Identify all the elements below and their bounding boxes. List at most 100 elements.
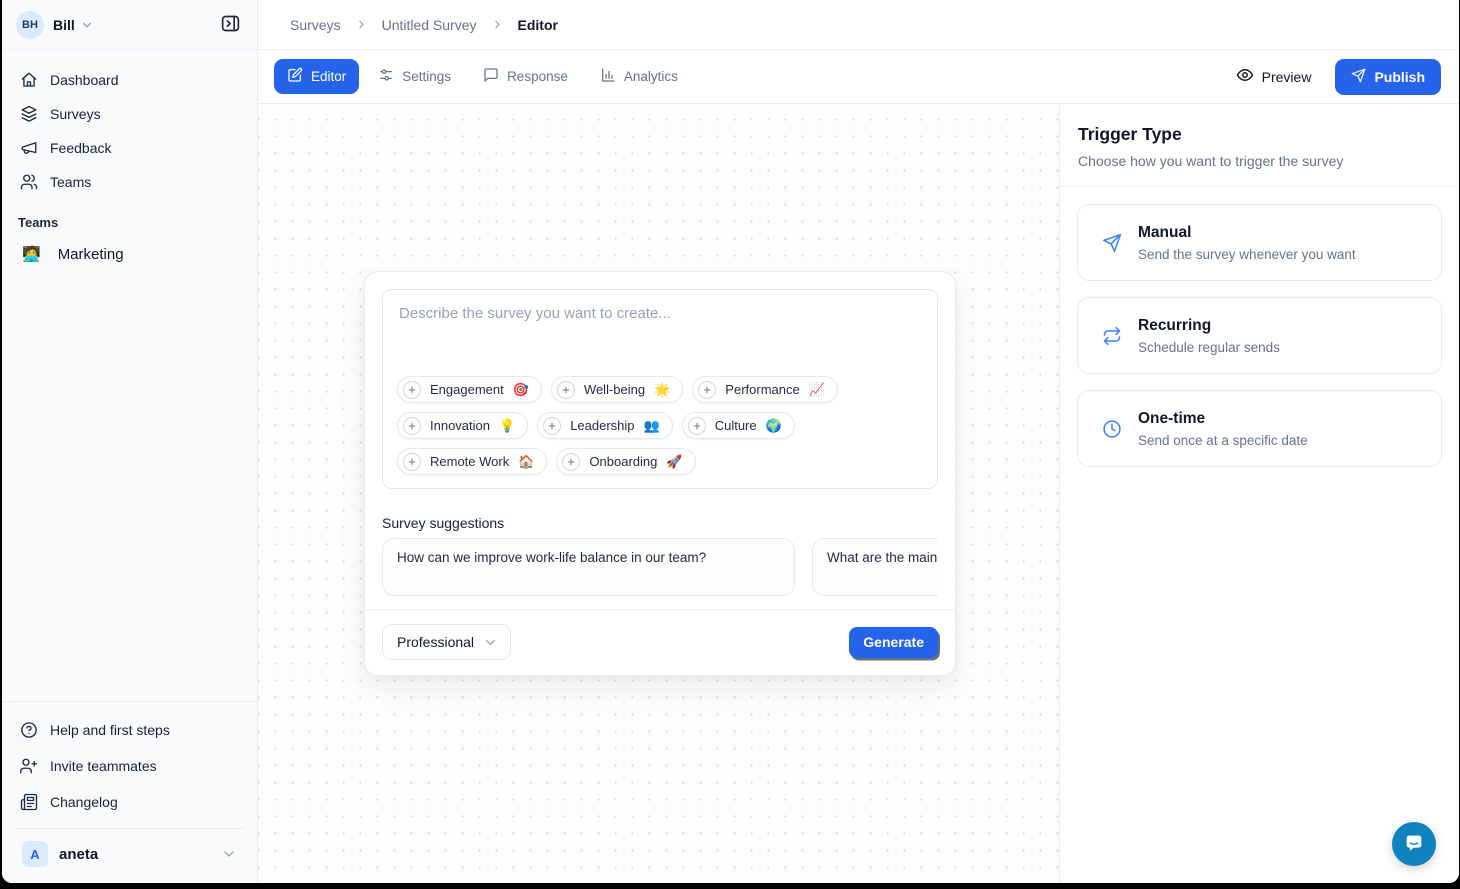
- topic-chip-performance[interactable]: Performance 📈: [692, 376, 838, 403]
- sidebar-item-teams[interactable]: Teams: [14, 165, 245, 199]
- sidebar-item-help[interactable]: Help and first steps: [14, 712, 245, 748]
- trigger-option-one-time[interactable]: One-time Send once at a specific date: [1077, 390, 1442, 467]
- chip-emoji: 🌍: [766, 418, 782, 434]
- chip-label: Onboarding: [589, 454, 657, 469]
- trigger-option-title: One-time: [1138, 410, 1308, 428]
- topic-chip-leadership[interactable]: Leadership 👥: [537, 412, 673, 439]
- sidebar-item-invite[interactable]: Invite teammates: [14, 748, 245, 784]
- sidebar-item-label: Feedback: [50, 140, 111, 156]
- tab-editor[interactable]: Editor: [274, 59, 359, 94]
- trigger-option-manual[interactable]: Manual Send the survey whenever you want: [1077, 204, 1442, 281]
- chat-launcher-button[interactable]: [1392, 822, 1436, 866]
- account-avatar: A: [22, 841, 48, 867]
- chip-emoji: 🚀: [666, 454, 682, 470]
- trigger-option-description: Schedule regular sends: [1138, 340, 1280, 355]
- plus-icon: [688, 417, 706, 435]
- sidebar-collapse-button[interactable]: [216, 9, 245, 41]
- survey-suggestions-row: How can we improve work-life balance in …: [382, 538, 938, 596]
- sidebar-item-changelog[interactable]: Changelog: [14, 784, 245, 820]
- app-window: BH Bill Dashboard: [2, 0, 1459, 883]
- breadcrumb-untitled-survey[interactable]: Untitled Survey: [382, 17, 477, 33]
- plus-icon: [557, 381, 575, 399]
- tab-label: Response: [507, 69, 568, 84]
- sidebar-item-feedback[interactable]: Feedback: [14, 131, 245, 165]
- eye-icon: [1236, 66, 1254, 87]
- sidebar-item-surveys[interactable]: Surveys: [14, 97, 245, 131]
- sidebar-item-dashboard[interactable]: Dashboard: [14, 63, 245, 97]
- chip-emoji: 🌟: [654, 382, 670, 398]
- trigger-type-panel: Trigger Type Choose how you want to trig…: [1059, 104, 1459, 883]
- trigger-option-description: Send once at a specific date: [1138, 433, 1308, 448]
- sidebar: BH Bill Dashboard: [2, 0, 258, 883]
- survey-prompt-input[interactable]: [383, 290, 937, 376]
- topic-chips: Engagement 🎯 Well-being 🌟 Performance: [383, 376, 937, 488]
- pencil-square-icon: [287, 67, 303, 86]
- topic-chip-onboarding[interactable]: Onboarding 🚀: [556, 448, 695, 475]
- plus-icon: [698, 381, 716, 399]
- tab-response[interactable]: Response: [470, 59, 581, 94]
- sidebar-item-label: Changelog: [50, 794, 118, 810]
- sidebar-item-label: Invite teammates: [50, 758, 157, 774]
- clock-icon: [1102, 419, 1122, 439]
- sidebar-nav: Dashboard Surveys Feedback Teams: [2, 50, 257, 199]
- topic-chip-well-being[interactable]: Well-being 🌟: [551, 376, 683, 403]
- chip-label: Remote Work: [430, 454, 509, 469]
- breadcrumb: Surveys Untitled Survey Editor: [258, 0, 1459, 50]
- teams-section-label: Teams: [2, 199, 257, 236]
- chip-label: Engagement: [430, 382, 504, 397]
- editor-canvas[interactable]: Engagement 🎯 Well-being 🌟 Performance: [258, 104, 1059, 883]
- editor-toolbar: Editor Settings Response Analytics: [258, 50, 1459, 103]
- tab-settings[interactable]: Settings: [365, 59, 464, 94]
- account-menu[interactable]: A aneta: [14, 828, 245, 873]
- tab-label: Settings: [402, 69, 451, 84]
- topic-chip-culture[interactable]: Culture 🌍: [682, 412, 795, 439]
- workspace-name: Bill: [53, 17, 75, 33]
- preview-button[interactable]: Preview: [1226, 58, 1322, 95]
- chip-label: Culture: [715, 418, 757, 433]
- workspace-avatar: BH: [16, 11, 44, 39]
- sidebar-item-label: Surveys: [50, 106, 101, 122]
- newspaper-icon: [20, 793, 38, 811]
- topic-chip-innovation[interactable]: Innovation 💡: [397, 412, 528, 439]
- preview-label: Preview: [1262, 69, 1312, 85]
- ai-survey-composer-card: Engagement 🎯 Well-being 🌟 Performance: [364, 271, 956, 676]
- suggestion-card[interactable]: What are the main ob: [812, 538, 938, 596]
- breadcrumb-surveys[interactable]: Surveys: [290, 17, 341, 33]
- sidebar-item-label: Teams: [50, 174, 91, 190]
- plus-icon: [562, 453, 580, 471]
- users-icon: [20, 173, 38, 191]
- main-area: Surveys Untitled Survey Editor Editor: [258, 0, 1459, 883]
- chip-label: Leadership: [570, 418, 634, 433]
- sliders-icon: [378, 67, 394, 86]
- layers-icon: [20, 105, 38, 123]
- repeat-icon: [1102, 326, 1122, 346]
- sidebar-item-team-marketing[interactable]: 🧑‍💻 Marketing: [14, 236, 245, 272]
- topic-chip-remote-work[interactable]: Remote Work 🏠: [397, 448, 547, 475]
- account-name: aneta: [59, 846, 216, 863]
- home-icon: [20, 71, 38, 89]
- tab-analytics[interactable]: Analytics: [587, 59, 691, 94]
- tone-select[interactable]: Professional: [382, 624, 511, 660]
- trigger-option-description: Send the survey whenever you want: [1138, 247, 1356, 262]
- trigger-options: Manual Send the survey whenever you want…: [1060, 187, 1459, 484]
- chevron-down-icon: [80, 18, 94, 32]
- suggestion-card[interactable]: How can we improve work-life balance in …: [382, 538, 795, 596]
- publish-button[interactable]: Publish: [1335, 59, 1441, 95]
- tab-label: Analytics: [624, 69, 678, 84]
- chip-emoji: 💡: [499, 418, 515, 434]
- trigger-option-recurring[interactable]: Recurring Schedule regular sends: [1077, 297, 1442, 374]
- survey-prompt-box: Engagement 🎯 Well-being 🌟 Performance: [382, 289, 938, 489]
- sidebar-footer-nav: Help and first steps Invite teammates Ch…: [2, 701, 257, 820]
- sidebar-item-label: Dashboard: [50, 72, 119, 88]
- panel-subtitle: Choose how you want to trigger the surve…: [1078, 153, 1441, 169]
- chip-emoji: 👥: [644, 418, 660, 434]
- composer-footer: Professional Generate: [365, 609, 955, 675]
- trigger-panel-header: Trigger Type Choose how you want to trig…: [1060, 104, 1459, 187]
- panel-title: Trigger Type: [1078, 124, 1441, 145]
- chip-label: Well-being: [584, 382, 645, 397]
- topic-chip-engagement[interactable]: Engagement 🎯: [397, 376, 542, 403]
- panel-collapse-icon: [220, 13, 241, 37]
- help-icon: [20, 721, 38, 739]
- generate-button[interactable]: Generate: [849, 627, 938, 658]
- workspace-switcher[interactable]: BH Bill: [2, 0, 257, 50]
